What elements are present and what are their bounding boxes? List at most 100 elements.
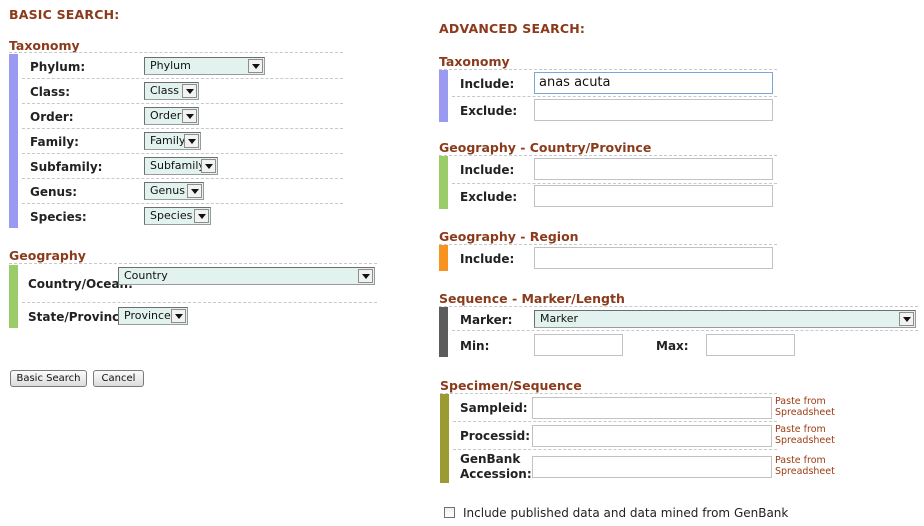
chevron-down-icon bbox=[358, 269, 373, 283]
divider bbox=[453, 421, 777, 422]
subfamily-value: Subfamily bbox=[150, 159, 205, 172]
chevron-down-icon bbox=[182, 84, 197, 98]
basic-geography-title: Geography bbox=[9, 248, 86, 263]
region-include-input[interactable] bbox=[534, 247, 773, 269]
family-value: Family bbox=[150, 134, 186, 147]
state-select[interactable]: Province bbox=[118, 307, 188, 325]
geo-exclude-label: Exclude: bbox=[460, 190, 518, 204]
phylum-label: Phylum: bbox=[30, 60, 86, 74]
paste-line1: Paste from bbox=[775, 455, 826, 466]
tax-exclude-input[interactable] bbox=[534, 99, 773, 121]
chevron-down-icon bbox=[184, 134, 199, 148]
divider bbox=[439, 69, 777, 70]
adv-geo-region-title: Geography - Region bbox=[439, 229, 579, 244]
min-input[interactable] bbox=[534, 334, 623, 356]
chevron-down-icon bbox=[248, 59, 263, 73]
sampleid-input[interactable] bbox=[532, 397, 772, 419]
chevron-down-icon bbox=[171, 309, 186, 323]
advanced-search-heading: ADVANCED SEARCH: bbox=[439, 21, 586, 36]
divider bbox=[439, 244, 777, 245]
tax-include-label: Include: bbox=[460, 77, 515, 91]
paste-line2: Spreadsheet bbox=[775, 435, 835, 446]
adv-taxonomy-bar bbox=[439, 70, 448, 122]
country-select[interactable]: Country bbox=[118, 267, 375, 285]
chevron-down-icon bbox=[187, 184, 202, 198]
basic-search-button[interactable]: Basic Search bbox=[10, 370, 87, 387]
tax-exclude-label: Exclude: bbox=[460, 104, 518, 118]
genbank-label: GenBank Accession: bbox=[460, 452, 532, 482]
paste-line1: Paste from bbox=[775, 424, 826, 435]
subfamily-label: Subfamily: bbox=[30, 160, 103, 174]
marker-value: Marker bbox=[540, 312, 579, 325]
paste-line2: Spreadsheet bbox=[775, 466, 835, 477]
divider bbox=[9, 52, 343, 53]
divider bbox=[439, 306, 918, 307]
genus-select[interactable]: Genus bbox=[144, 182, 204, 200]
sampleid-paste-link[interactable]: Paste from Spreadsheet bbox=[775, 396, 845, 418]
divider bbox=[22, 203, 343, 204]
adv-specimen-title: Specimen/Sequence bbox=[440, 378, 582, 393]
divider bbox=[439, 155, 777, 156]
adv-sequence-bar bbox=[439, 307, 448, 357]
marker-label: Marker: bbox=[460, 313, 513, 327]
order-select[interactable]: Order bbox=[144, 107, 199, 125]
genbank-label-line2: Accession: bbox=[460, 467, 532, 481]
divider bbox=[22, 302, 377, 303]
order-label: Order: bbox=[30, 110, 74, 124]
geography-bar bbox=[9, 265, 18, 328]
order-value: Order bbox=[150, 109, 182, 122]
paste-line2: Spreadsheet bbox=[775, 407, 835, 418]
subfamily-select[interactable]: Subfamily bbox=[144, 157, 218, 175]
divider bbox=[440, 393, 777, 394]
species-select[interactable]: Species bbox=[144, 207, 211, 225]
adv-geo-country-title: Geography - Country/Province bbox=[439, 140, 652, 155]
phylum-value: Phylum bbox=[150, 59, 191, 72]
include-published-checkbox[interactable] bbox=[444, 507, 455, 518]
family-label: Family: bbox=[30, 135, 79, 149]
species-label: Species: bbox=[30, 210, 87, 224]
country-value: Country bbox=[124, 269, 168, 282]
sampleid-label: Sampleid: bbox=[460, 401, 528, 415]
phylum-select[interactable]: Phylum bbox=[144, 57, 265, 75]
processid-label: Processid: bbox=[460, 429, 530, 443]
genbank-input[interactable] bbox=[532, 456, 772, 478]
region-include-label: Include: bbox=[460, 252, 515, 266]
basic-search-heading: BASIC SEARCH: bbox=[9, 7, 120, 22]
adv-taxonomy-title: Taxonomy bbox=[439, 54, 510, 69]
genus-value: Genus bbox=[150, 184, 185, 197]
genbank-paste-link[interactable]: Paste from Spreadsheet bbox=[775, 455, 845, 477]
chevron-down-icon bbox=[201, 159, 216, 173]
processid-paste-link[interactable]: Paste from Spreadsheet bbox=[775, 424, 845, 446]
chevron-down-icon bbox=[194, 209, 209, 223]
include-published-label: Include published data and data mined fr… bbox=[463, 506, 789, 520]
divider bbox=[452, 330, 918, 331]
basic-taxonomy-title: Taxonomy bbox=[9, 38, 80, 53]
divider bbox=[22, 103, 343, 104]
geo-exclude-input[interactable] bbox=[534, 185, 773, 207]
geo-include-input[interactable] bbox=[534, 158, 773, 180]
divider bbox=[22, 128, 343, 129]
adv-geo-region-bar bbox=[439, 245, 448, 271]
max-label: Max: bbox=[656, 339, 689, 353]
divider bbox=[453, 449, 777, 450]
divider bbox=[22, 78, 343, 79]
chevron-down-icon bbox=[182, 109, 197, 123]
divider bbox=[452, 96, 777, 97]
chevron-down-icon bbox=[899, 312, 914, 326]
class-label: Class: bbox=[30, 85, 71, 99]
cancel-button[interactable]: Cancel bbox=[93, 370, 144, 387]
divider bbox=[22, 178, 343, 179]
taxonomy-bar bbox=[9, 54, 18, 228]
adv-geo-country-bar bbox=[439, 156, 448, 209]
marker-select[interactable]: Marker bbox=[534, 310, 916, 328]
class-select[interactable]: Class bbox=[144, 82, 199, 100]
state-value: Province bbox=[124, 309, 171, 322]
min-label: Min: bbox=[460, 339, 490, 353]
tax-include-input[interactable]: anas acuta bbox=[534, 72, 773, 94]
paste-line1: Paste from bbox=[775, 396, 826, 407]
max-input[interactable] bbox=[706, 334, 795, 356]
family-select[interactable]: Family bbox=[144, 132, 201, 150]
genbank-label-line1: GenBank bbox=[460, 452, 521, 466]
processid-input[interactable] bbox=[532, 425, 772, 447]
geo-include-label: Include: bbox=[460, 163, 515, 177]
